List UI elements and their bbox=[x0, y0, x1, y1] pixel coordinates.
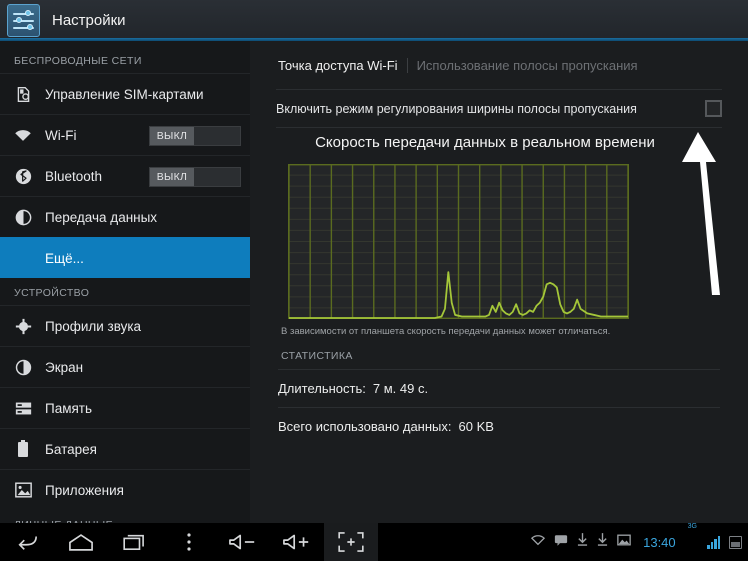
sidebar-item-label: Управление SIM-картами bbox=[45, 87, 204, 102]
sidebar-item-label: Bluetooth bbox=[45, 169, 102, 184]
sidebar-item-label: Экран bbox=[45, 360, 83, 375]
tab-bandwidth-usage[interactable]: Использование полосы пропускания bbox=[417, 58, 638, 73]
network-type-label: 3G bbox=[688, 523, 697, 530]
tab-separator bbox=[407, 58, 408, 73]
message-icon bbox=[554, 533, 568, 551]
bandwidth-checkbox-label: Включить режим регулирования ширины поло… bbox=[276, 102, 637, 116]
display-icon bbox=[12, 356, 34, 378]
title-bar: Настройки bbox=[0, 0, 748, 41]
bluetooth-toggle-state: ВЫКЛ bbox=[150, 168, 194, 186]
recents-button[interactable] bbox=[108, 523, 162, 561]
screenshot-button[interactable] bbox=[324, 523, 378, 561]
stat-duration-row: Длительность: 7 м. 49 с. bbox=[278, 369, 720, 407]
stat-data-row: Всего использовано данных: 60 KB bbox=[278, 407, 720, 445]
home-button[interactable] bbox=[54, 523, 108, 561]
sidebar-item-label: Память bbox=[45, 401, 92, 416]
sidebar-item-sound-profiles[interactable]: Профили звука bbox=[0, 305, 250, 346]
sidebar-item-label: Батарея bbox=[45, 442, 97, 457]
sidebar-section-header-device: УСТРОЙСТВО bbox=[0, 278, 250, 305]
volume-up-button[interactable] bbox=[270, 523, 324, 561]
app-title: Настройки bbox=[52, 12, 126, 29]
stat-duration-value: 7 м. 49 с. bbox=[373, 381, 428, 396]
chart-note: В зависимости от планшета скорость перед… bbox=[281, 326, 681, 337]
menu-button[interactable] bbox=[162, 523, 216, 561]
sidebar-item-wifi[interactable]: Wi-Fi ВЫКЛ bbox=[0, 114, 250, 155]
apps-icon bbox=[12, 479, 34, 501]
sidebar-item-label: Профили звука bbox=[45, 319, 141, 334]
sidebar-section-header-personal: ЛИЧНЫЕ ДАННЫЕ bbox=[0, 510, 250, 523]
status-clock: 13:40 bbox=[643, 535, 676, 550]
bandwidth-checkbox[interactable] bbox=[705, 100, 722, 117]
bluetooth-toggle[interactable]: ВЫКЛ bbox=[149, 167, 241, 187]
stat-data-value: 60 KB bbox=[459, 419, 494, 434]
battery-icon bbox=[12, 438, 34, 460]
settings-sliders-icon bbox=[7, 4, 40, 37]
annotation-arrow-icon bbox=[676, 132, 728, 297]
sidebar-item-battery[interactable]: Батарея bbox=[0, 428, 250, 469]
bandwidth-checkbox-row[interactable]: Включить режим регулирования ширины поло… bbox=[250, 90, 748, 127]
stat-data-label: Всего использовано данных: bbox=[278, 419, 452, 434]
bluetooth-icon bbox=[12, 165, 34, 187]
settings-screen: Настройки БЕСПРОВОДНЫЕ СЕТИ Управление S… bbox=[0, 0, 748, 561]
sidebar-item-more[interactable]: Ещё... bbox=[0, 237, 250, 278]
wifi-toggle-state: ВЫКЛ bbox=[150, 127, 194, 145]
data-usage-icon bbox=[12, 206, 34, 228]
sim-card-icon bbox=[12, 83, 34, 105]
sidebar-item-storage[interactable]: Память bbox=[0, 387, 250, 428]
settings-sidebar[interactable]: БЕСПРОВОДНЫЕ СЕТИ Управление SIM-картами… bbox=[0, 41, 250, 523]
sidebar-section-header-wireless: БЕСПРОВОДНЫЕ СЕТИ bbox=[0, 41, 250, 73]
volume-down-button[interactable] bbox=[216, 523, 270, 561]
download-icon bbox=[577, 533, 588, 551]
battery-icon bbox=[729, 536, 742, 549]
wifi-toggle[interactable]: ВЫКЛ bbox=[149, 126, 241, 146]
sound-profiles-icon bbox=[12, 315, 34, 337]
image-icon bbox=[617, 533, 631, 551]
sidebar-item-sim-management[interactable]: Управление SIM-картами bbox=[0, 73, 250, 114]
tab-wifi-hotspot[interactable]: Точка доступа Wi-Fi bbox=[278, 58, 398, 73]
back-button[interactable] bbox=[0, 523, 54, 561]
wifi-icon bbox=[531, 533, 545, 551]
status-bar: 13:40 3G bbox=[531, 523, 742, 561]
wifi-icon bbox=[12, 124, 34, 146]
realtime-speed-chart bbox=[288, 164, 629, 319]
sidebar-item-label: Передача данных bbox=[45, 210, 157, 225]
stat-duration-label: Длительность: bbox=[278, 381, 366, 396]
sidebar-item-bluetooth[interactable]: Bluetooth ВЫКЛ bbox=[0, 155, 250, 196]
signal-strength-icon bbox=[707, 536, 720, 549]
statistics-header: СТАТИСТИКА bbox=[281, 350, 353, 362]
sidebar-item-label: Wi-Fi bbox=[45, 128, 76, 143]
download-icon bbox=[597, 533, 608, 551]
content-tabs[interactable]: Точка доступа Wi-Fi Использование полосы… bbox=[250, 41, 748, 73]
storage-icon bbox=[12, 397, 34, 419]
sidebar-item-data-usage[interactable]: Передача данных bbox=[0, 196, 250, 237]
sidebar-item-label: Приложения bbox=[45, 483, 124, 498]
sidebar-item-apps[interactable]: Приложения bbox=[0, 469, 250, 510]
chart-title: Скорость передачи данных в реальном врем… bbox=[250, 128, 748, 157]
sidebar-item-display[interactable]: Экран bbox=[0, 346, 250, 387]
sidebar-item-label: Ещё... bbox=[45, 251, 84, 266]
